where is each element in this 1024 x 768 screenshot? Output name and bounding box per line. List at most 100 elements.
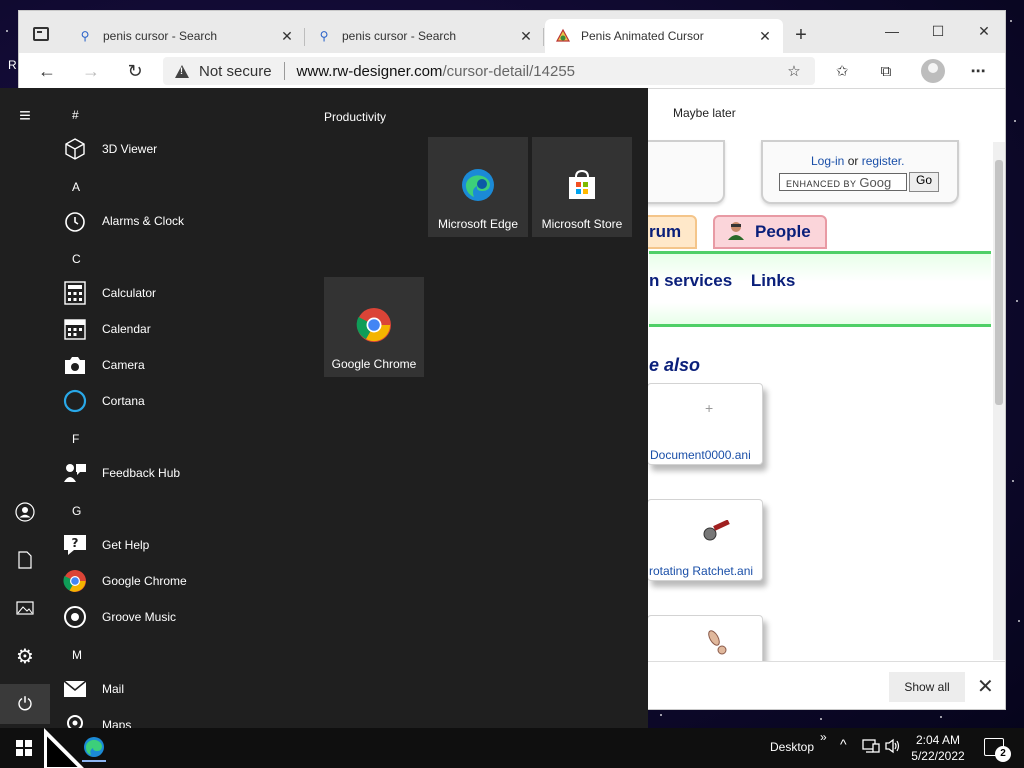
cortana-icon	[62, 388, 88, 414]
tile-microsoft-store[interactable]: Microsoft Store	[532, 137, 632, 237]
user-account-icon[interactable]	[0, 492, 50, 532]
profile-avatar[interactable]	[921, 59, 945, 83]
toolbar-expand-icon[interactable]: »	[820, 730, 827, 744]
tab-search-1[interactable]: ⚲ penis cursor - Search ✕	[67, 19, 305, 53]
search-icon: ⚲	[319, 29, 329, 43]
url-path: /cursor-detail/14255	[442, 62, 576, 80]
chrome-icon	[62, 568, 88, 594]
app-alarms-clock[interactable]: Alarms & Clock	[62, 204, 302, 238]
close-tab-icon[interactable]: ✕	[518, 28, 534, 45]
collections-icon[interactable]: ⧉	[875, 61, 897, 81]
tab-active[interactable]: Penis Animated Cursor ✕	[545, 19, 783, 53]
taskbar-edge-button[interactable]	[80, 734, 108, 762]
forward-arrow-icon[interactable]: →	[77, 59, 105, 83]
letter-header[interactable]: M	[72, 648, 82, 662]
site-favicon-icon	[555, 28, 571, 44]
taskbar: Desktop » ^ 2:04 AM 5/22/2022 2	[0, 728, 1024, 768]
app-mail[interactable]: Mail	[62, 672, 302, 706]
clock-time: 2:04 AM	[915, 733, 961, 747]
close-window-icon[interactable]: ✕	[961, 17, 1005, 45]
app-3d-viewer[interactable]: 3D Viewer	[62, 132, 302, 166]
desktop-toolbar-label[interactable]: Desktop	[770, 740, 814, 754]
app-calendar[interactable]: Calendar	[62, 312, 302, 346]
system-clock[interactable]: 2:04 AM 5/22/2022	[908, 732, 968, 764]
refresh-icon[interactable]: ↻	[121, 59, 149, 83]
calculator-icon	[62, 280, 88, 306]
tab-title: Penis Animated Cursor	[581, 29, 704, 43]
action-center-icon[interactable]: 2	[984, 738, 1011, 762]
clock-date: 5/22/2022	[911, 749, 965, 763]
people-avatar-icon	[725, 219, 747, 246]
login-line: Log-in or register.	[811, 154, 904, 168]
tile-microsoft-edge[interactable]: Microsoft Edge	[428, 137, 528, 237]
app-groove-music[interactable]: Groove Music	[62, 600, 302, 634]
settings-gear-icon[interactable]: ⚙	[0, 636, 50, 676]
minimize-icon[interactable]: —	[869, 17, 915, 45]
alarm-clock-icon	[62, 208, 88, 234]
hamburger-menu-icon[interactable]: ≡	[0, 96, 50, 136]
documents-icon[interactable]	[0, 540, 50, 580]
maximize-icon[interactable]: ☐	[915, 17, 961, 45]
search-go-button[interactable]: Go	[909, 172, 940, 192]
services-link[interactable]: n services	[649, 271, 732, 290]
address-bar[interactable]: Not secure www.rw-designer.com /cursor-d…	[163, 57, 815, 85]
show-hidden-icons-icon[interactable]: ^	[840, 736, 847, 752]
close-download-bar-icon[interactable]: ✕	[977, 674, 994, 699]
letter-header[interactable]: F	[72, 432, 79, 446]
login-link[interactable]: Log-in	[811, 154, 844, 168]
cube-icon	[62, 136, 88, 162]
letter-header[interactable]: G	[72, 504, 81, 518]
cursor-card-name[interactable]: rotating Ratchet.ani	[649, 564, 753, 578]
ratchet-cursor-icon	[702, 519, 736, 545]
register-link[interactable]: register.	[862, 154, 905, 168]
music-icon	[62, 604, 88, 630]
nav-tab-people-label: People	[755, 222, 811, 241]
app-google-chrome[interactable]: Google Chrome	[62, 564, 302, 598]
camera-icon	[62, 352, 88, 378]
close-tab-icon[interactable]: ✕	[757, 28, 773, 45]
url-host: www.rw-designer.com	[296, 62, 443, 80]
back-arrow-icon[interactable]: ←	[33, 59, 61, 83]
tile-google-chrome[interactable]: Google Chrome	[324, 277, 424, 377]
see-also-heading: e also	[649, 355, 701, 375]
app-cortana[interactable]: Cortana	[62, 384, 302, 418]
close-tab-icon[interactable]: ✕	[279, 28, 295, 45]
letter-header[interactable]: A	[72, 180, 80, 194]
tile-group-title[interactable]: Productivity	[324, 110, 386, 124]
volume-icon[interactable]	[884, 738, 902, 757]
start-menu: ≡ ⚙ ⏻ # 3D Viewer A Alarms & Clock C Cal…	[0, 88, 648, 728]
windows-logo-icon	[16, 740, 32, 756]
app-maps[interactable]: Maps	[62, 708, 302, 728]
page-scrollbar[interactable]	[993, 142, 1005, 660]
show-all-button[interactable]: Show all	[889, 672, 965, 702]
desktop-edge-text: R	[8, 58, 17, 72]
start-rail: ≡ ⚙ ⏻	[0, 88, 50, 728]
tab-bar: ⚲ penis cursor - Search ✕ ⚲ penis cursor…	[19, 11, 1005, 53]
scrollbar-thumb[interactable]	[995, 160, 1003, 405]
cursor-card-name[interactable]: Document0000.ani	[650, 448, 751, 462]
maybe-later-button[interactable]: Maybe later	[673, 106, 736, 120]
nav-tab-people[interactable]: People	[713, 215, 827, 249]
tab-actions-icon[interactable]	[33, 27, 49, 41]
app-get-help[interactable]: ? Get Help	[62, 528, 302, 562]
pictures-icon[interactable]	[0, 588, 50, 628]
links-link[interactable]: Links	[751, 271, 795, 290]
security-status[interactable]: Not secure	[199, 63, 272, 80]
new-tab-button[interactable]: +	[789, 24, 813, 47]
site-search-input[interactable]: ENHANCED BY Goog	[779, 173, 907, 191]
app-camera[interactable]: Camera	[62, 348, 302, 382]
more-menu-icon[interactable]: ⋯	[967, 61, 989, 81]
network-icon[interactable]	[862, 738, 880, 757]
tab-search-2[interactable]: ⚲ penis cursor - Search ✕	[306, 19, 544, 53]
chrome-icon	[356, 307, 392, 343]
site-search: ENHANCED BY Goog Go	[779, 172, 940, 192]
add-favorite-icon[interactable]: ☆	[783, 61, 805, 81]
letter-header[interactable]: C	[72, 252, 81, 266]
feedback-icon	[62, 460, 88, 486]
letter-header[interactable]: #	[72, 108, 79, 122]
favorites-icon[interactable]: ✩	[831, 61, 853, 81]
app-feedback-hub[interactable]: Feedback Hub	[62, 456, 302, 490]
power-icon[interactable]: ⏻	[0, 684, 50, 724]
app-calculator[interactable]: Calculator	[62, 276, 302, 310]
calendar-icon	[62, 316, 88, 342]
